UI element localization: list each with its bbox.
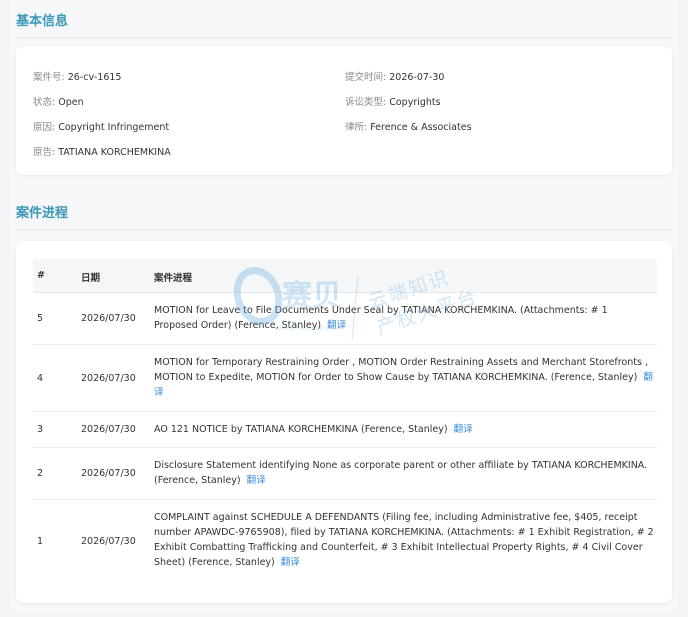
case-number: 案件号: 26-cv-1615: [33, 72, 122, 83]
table-row: 4 2026/07/30 MOTION for Temporary Restra…: [33, 345, 657, 412]
row-date: 2026/07/30: [81, 313, 136, 324]
row-event-text: AO 121 NOTICE by TATIANA KORCHEMKINA (Fe…: [154, 424, 473, 435]
column-header-number: #: [37, 270, 45, 281]
row-number: 2: [37, 468, 44, 479]
table-row: 5 2026/07/30 MOTION for Leave to File Do…: [33, 293, 657, 345]
section-divider: [16, 37, 672, 38]
row-date: 2026/07/30: [81, 536, 136, 547]
table-row: 1 2026/07/30 COMPLAINT against SCHEDULE …: [33, 500, 657, 584]
submit-time: 提交时间: 2026-07-30: [345, 72, 445, 83]
case-progress-card: # 日期 案件进程 5 2026/07/30 MOTION for Leave …: [16, 241, 672, 603]
translate-link[interactable]: 翻译: [281, 557, 300, 568]
row-event-text: Disclosure Statement identifying None as…: [154, 460, 648, 486]
row-event-text: MOTION for Leave to File Documents Under…: [154, 305, 608, 331]
law-firm: 律所: Ference & Associates: [345, 122, 472, 133]
row-number: 4: [37, 373, 44, 384]
table-row: 3 2026/07/30 AO 121 NOTICE by TATIANA KO…: [33, 412, 657, 448]
section-divider: [16, 229, 672, 230]
row-number: 1: [37, 536, 44, 547]
column-header-date: 日期: [81, 273, 101, 284]
translate-link[interactable]: 翻译: [454, 424, 473, 435]
case-detail-page: 基本信息 案件号: 26-cv-1615 提交时间: 2026-07-30 状态…: [10, 0, 678, 613]
row-number: 5: [37, 313, 44, 324]
row-event-text: COMPLAINT against SCHEDULE A DEFENDANTS …: [154, 512, 654, 568]
case-status: 状态: Open: [33, 97, 84, 108]
translate-link[interactable]: 翻译: [247, 475, 266, 486]
litigation-type: 诉讼类型: Copyrights: [345, 97, 441, 108]
case-cause: 原因: Copyright Infringement: [33, 122, 170, 133]
row-number: 3: [37, 424, 44, 435]
row-date: 2026/07/30: [81, 468, 136, 479]
case-progress-title: 案件进程: [16, 206, 69, 221]
plaintiff: 原告: TATIANA KORCHEMKINA: [33, 147, 171, 158]
basic-info-card: 案件号: 26-cv-1615 提交时间: 2026-07-30 状态: Ope…: [16, 46, 672, 175]
column-header-event: 案件进程: [154, 273, 193, 284]
row-event-text: MOTION for Temporary Restraining Order ,…: [154, 357, 653, 398]
translate-link[interactable]: 翻译: [327, 320, 346, 331]
table-row: 2 2026/07/30 Disclosure Statement identi…: [33, 448, 657, 500]
basic-info-title: 基本信息: [16, 14, 69, 29]
table-header: # 日期 案件进程: [33, 259, 657, 293]
row-date: 2026/07/30: [81, 373, 136, 384]
row-date: 2026/07/30: [81, 424, 136, 435]
